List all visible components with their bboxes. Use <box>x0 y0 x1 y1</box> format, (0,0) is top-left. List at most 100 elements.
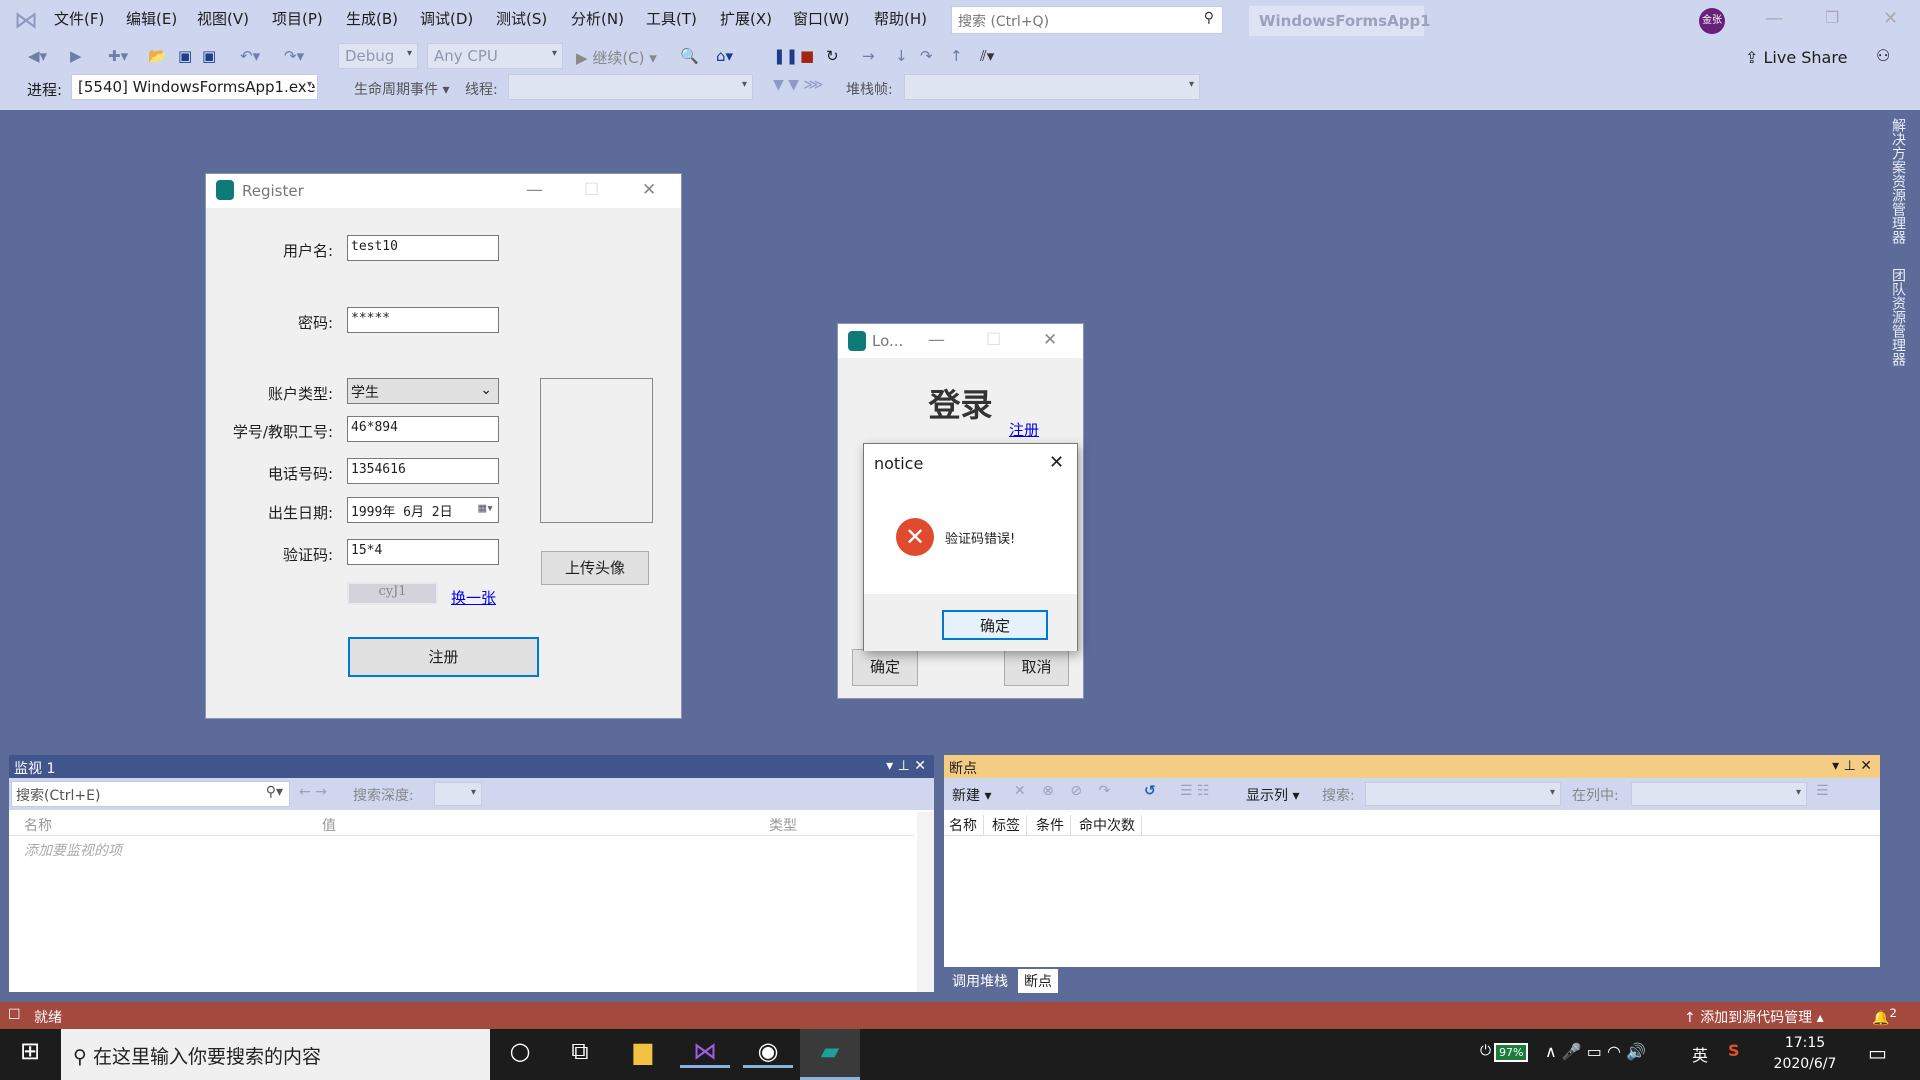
captcha-code-input[interactable]: 15*4 <box>347 539 499 565</box>
continue-button[interactable]: ▶ 继续(C) ▾ <box>576 47 657 68</box>
account-type-dropdown[interactable]: 学生 ⌄ <box>347 378 499 404</box>
tray-icons[interactable]: ∧ 🎤 ▭ ◠ 🔊 <box>1545 1042 1646 1061</box>
lifecycle-events-button[interactable]: 生命周期事件 ▾ <box>354 79 449 99</box>
minimize-icon[interactable]: — <box>928 330 945 350</box>
action-center-icon[interactable]: ▭ <box>1868 1041 1887 1065</box>
register-link[interactable]: 注册 <box>1009 419 1039 440</box>
step-into-icon[interactable]: ↓ <box>895 47 908 65</box>
column-name[interactable]: 名称 <box>24 815 52 835</box>
close-icon[interactable]: ✕ <box>1049 452 1064 473</box>
redo-icon[interactable]: ↷▾ <box>284 47 304 65</box>
menu-item[interactable]: 视图(V) <box>197 8 249 29</box>
save-icon[interactable]: ▣ <box>178 47 192 65</box>
birth-date-picker[interactable]: 1999年 6月 2日 ▦▾ <box>347 497 499 523</box>
in-column-dropdown[interactable]: ▾ <box>1631 782 1807 806</box>
restore-icon[interactable]: ❐ <box>1825 8 1839 27</box>
notice-ok-button[interactable]: 确定 <box>942 610 1048 640</box>
import-export-icons[interactable]: ☰ ☷ <box>1180 783 1210 799</box>
menu-item[interactable]: 生成(B) <box>346 8 398 29</box>
breakpoint-search-input[interactable]: ▾ <box>1365 782 1561 806</box>
platform-dropdown[interactable]: Any CPU ▾ <box>427 43 563 69</box>
taskbar-search-input[interactable]: ⚲ 在这里输入你要搜索的内容 <box>61 1029 490 1080</box>
reset-columns-icon[interactable]: ☰ <box>1816 783 1829 799</box>
filter-icons[interactable]: ▼ ▼ ⋙ <box>773 77 823 93</box>
watch-search-input[interactable]: 搜索(Ctrl+E) ⚲▾ <box>11 781 290 807</box>
stop-icon[interactable]: ■ <box>800 47 814 65</box>
student-id-input[interactable]: 46*894 <box>347 416 499 442</box>
tab-breakpoints[interactable]: 断点 <box>1018 969 1058 993</box>
refresh-captcha-link[interactable]: 换一张 <box>451 587 496 608</box>
file-explorer-icon[interactable]: ▆ <box>618 1037 668 1065</box>
tab-call-stack[interactable]: 调用堆栈 <box>946 969 1014 993</box>
visual-studio-icon[interactable]: ⋈ <box>680 1037 730 1068</box>
column-type[interactable]: 类型 <box>769 815 797 835</box>
find-icon[interactable]: 🔍 <box>680 47 699 65</box>
column-name[interactable]: 名称 <box>949 815 984 835</box>
menu-item[interactable]: 项目(P) <box>272 8 323 29</box>
register-submit-button[interactable]: 注册 <box>348 637 539 677</box>
menu-item[interactable]: 调试(D) <box>420 8 473 29</box>
app-icon[interactable]: ⌂▾ <box>716 47 733 65</box>
ime-indicator[interactable]: 英 <box>1692 1042 1708 1066</box>
upload-avatar-button[interactable]: 上传头像 <box>541 551 649 585</box>
thread-dropdown[interactable]: ▾ <box>508 74 753 100</box>
show-columns-button[interactable]: 显示列 ▾ <box>1246 785 1299 805</box>
password-input[interactable]: ***** <box>347 307 499 333</box>
username-input[interactable]: test10 <box>347 235 499 261</box>
live-share-button[interactable]: ⇪ Live Share <box>1745 48 1847 67</box>
solution-explorer-tab[interactable]: 解决方案资源管理器 <box>1888 118 1908 244</box>
phone-input[interactable]: 1354616 <box>347 458 499 484</box>
register-title-bar[interactable]: Register — ☐ ✕ <box>206 174 681 208</box>
back-icon[interactable]: ◀▾ <box>28 47 47 65</box>
menu-item[interactable]: 分析(N) <box>571 8 624 29</box>
menu-item[interactable]: 扩展(X) <box>720 8 772 29</box>
open-icon[interactable]: 📂 <box>148 47 167 65</box>
login-cancel-button[interactable]: 取消 <box>1004 649 1069 686</box>
panel-controls-icon[interactable]: ▾ ⊥ ✕ <box>886 758 926 774</box>
menu-item[interactable]: 文件(F) <box>54 8 104 29</box>
process-dropdown[interactable]: [5540] WindowsFormsApp1.exe ▾ <box>71 74 318 100</box>
show-next-statement-icon[interactable]: → <box>862 47 875 65</box>
hex-icon[interactable]: ⫽▾ <box>980 47 994 65</box>
add-watch-row[interactable]: 添加要监视的项 <box>24 840 122 860</box>
close-icon[interactable]: ✕ <box>1043 330 1057 350</box>
team-explorer-tab[interactable]: 团队资源管理器 <box>1888 268 1908 366</box>
task-view-icon[interactable]: ⧉ <box>555 1037 605 1065</box>
new-project-icon[interactable]: ✚▾ <box>108 47 128 65</box>
go-to-source-icon[interactable]: ↺ <box>1144 783 1156 799</box>
panel-controls-icon[interactable]: ▾ ⊥ ✕ <box>1832 758 1872 774</box>
config-dropdown[interactable]: Debug ▾ <box>338 43 418 69</box>
source-control-button[interactable]: ↑ 添加到源代码管理 ▴ <box>1684 1007 1824 1027</box>
minimize-icon[interactable]: — <box>526 180 543 200</box>
menu-item[interactable]: 编辑(E) <box>126 8 177 29</box>
calendar-icon[interactable]: ▦▾ <box>478 501 494 516</box>
battery-indicator[interactable]: 97% <box>1494 1043 1529 1062</box>
column-label[interactable]: 标签 <box>992 815 1027 835</box>
menu-item[interactable]: 帮助(H) <box>874 8 927 29</box>
forward-icon[interactable]: ▶ <box>70 47 82 65</box>
close-icon[interactable]: ✕ <box>1883 8 1898 29</box>
undo-icon[interactable]: ↶▾ <box>240 47 260 65</box>
notifications-button[interactable]: 🔔2 <box>1872 1006 1897 1027</box>
new-breakpoint-button[interactable]: 新建 ▾ <box>952 785 991 805</box>
search-depth-dropdown[interactable]: ▾ <box>434 782 482 806</box>
column-hit-count[interactable]: 命中次数 <box>1079 815 1142 835</box>
minimize-icon[interactable]: — <box>1765 8 1783 29</box>
save-all-icon[interactable]: ▣ <box>202 47 216 65</box>
stack-frame-dropdown[interactable]: ▾ <box>904 74 1200 100</box>
menu-item[interactable]: 窗口(W) <box>793 8 850 29</box>
pause-icon[interactable]: ❚❚ <box>773 47 798 65</box>
login-ok-button[interactable]: 确定 <box>852 649 918 686</box>
breakpoint-action-icons[interactable]: ✕ ⊗ ⊘ ↷ <box>1014 783 1116 799</box>
restart-icon[interactable]: ↻ <box>826 47 839 65</box>
feedback-icon[interactable]: ⚇ <box>1876 46 1890 65</box>
winforms-app-icon[interactable]: ▰ <box>800 1029 860 1080</box>
clock[interactable]: 17:15 2020/6/7 <box>1765 1033 1845 1075</box>
scrollbar[interactable] <box>917 812 934 992</box>
sogou-icon[interactable]: S <box>1728 1041 1740 1060</box>
avatar[interactable]: 金张 <box>1699 8 1725 34</box>
cortana-icon[interactable]: ○ <box>495 1037 545 1065</box>
login-title-bar[interactable]: Lo... — ☐ ✕ <box>838 324 1083 358</box>
column-value[interactable]: 值 <box>322 815 336 835</box>
menu-item[interactable]: 测试(S) <box>496 8 547 29</box>
